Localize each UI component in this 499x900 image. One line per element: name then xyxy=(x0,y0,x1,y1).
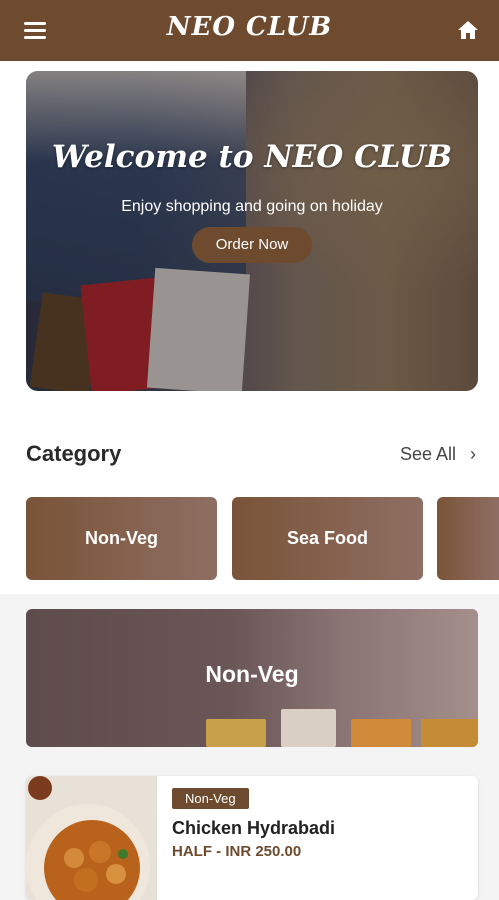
category-heading: Category xyxy=(26,441,122,466)
hero-title: Welcome to NEO CLUB xyxy=(51,139,453,175)
product-image xyxy=(26,776,157,900)
product-category-badge: Non-Veg xyxy=(172,788,249,809)
category-card-label: Non-Veg xyxy=(84,528,158,548)
category-card-sea-food[interactable]: Sea Food xyxy=(232,497,423,580)
hero-banner: Welcome to NEO CLUB Enjoy shopping and g… xyxy=(26,71,478,391)
product-price: HALF - INR 250.00 xyxy=(172,843,302,860)
category-card-non-veg[interactable]: Non-Veg xyxy=(26,497,217,580)
app-header: NEO CLUB xyxy=(0,0,499,61)
banner-title: Non-Veg xyxy=(205,661,299,687)
hero-subtitle: Enjoy shopping and going on holiday xyxy=(121,198,383,215)
shopping-bag-graphic xyxy=(281,709,336,747)
category-banner[interactable]: Non-Veg xyxy=(26,609,478,747)
shopping-bag-graphic xyxy=(351,719,411,747)
product-name: Chicken Hydrabadi xyxy=(172,818,336,838)
app-title: NEO CLUB xyxy=(166,12,333,42)
order-now-button[interactable]: Order Now xyxy=(192,227,312,263)
shopping-bag-graphic xyxy=(206,719,266,747)
chevron-right-icon[interactable]: › xyxy=(470,444,476,465)
see-all-link[interactable]: See All xyxy=(400,444,456,465)
category-card-label: Sea Food xyxy=(286,528,368,548)
shopping-bag-graphic xyxy=(421,719,478,747)
home-icon[interactable] xyxy=(457,20,479,40)
category-card-partial[interactable] xyxy=(437,497,499,580)
product-card[interactable]: Non-Veg Chicken Hydrabadi HALF - INR 250… xyxy=(26,776,478,900)
